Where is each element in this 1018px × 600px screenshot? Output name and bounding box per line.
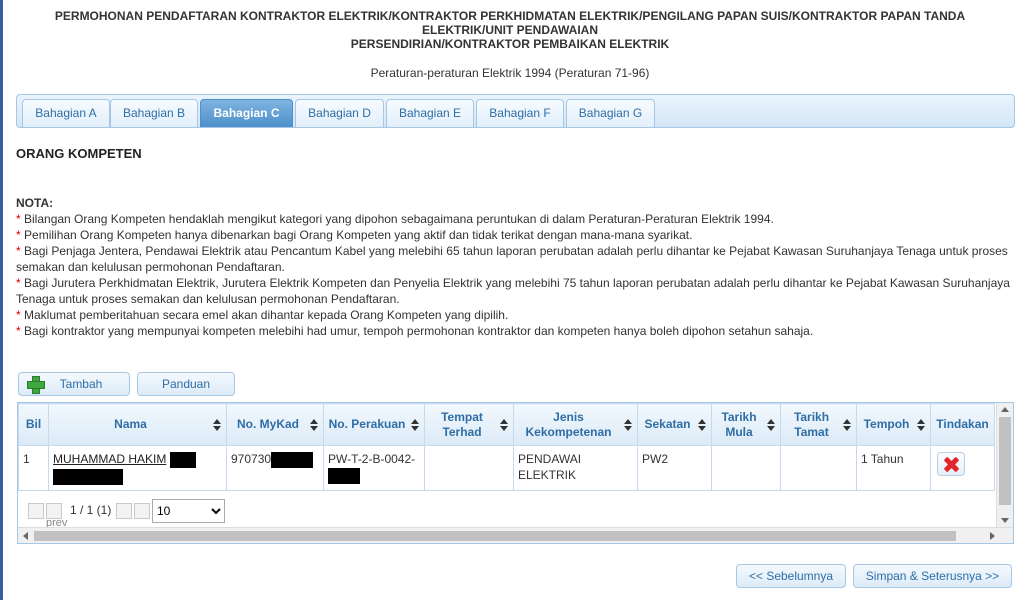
scroll-thumb[interactable] [34,531,956,541]
grid-table: Bil Nama No. MyKad No. Perakuan Tempat T… [18,403,995,491]
horizontal-scrollbar[interactable] [18,527,1013,543]
tab-bahagian-f[interactable]: Bahagian F [476,99,564,127]
sort-icon [843,419,851,431]
name-link[interactable]: MUHAMMAD HAKIM [53,452,166,466]
header-line-1: PERMOHONAN PENDAFTARAN KONTRAKTOR ELEKTR… [54,9,966,23]
redaction-box [328,467,360,484]
window-left-border [0,0,3,600]
cell-nama: MUHAMMAD HAKIM [48,445,227,491]
cell-jenis: PENDAWAI ELEKTRIK [513,445,638,491]
sort-icon [213,419,221,431]
note-item: * Bilangan Orang Kompeten hendaklah meng… [16,212,774,226]
tab-bahagian-g[interactable]: Bahagian G [566,99,655,127]
redaction-box [169,451,196,468]
scroll-up-icon[interactable] [1001,407,1009,412]
next-page-icon[interactable] [116,503,132,519]
column-header-tempat-terhad[interactable]: Tempat Terhad [424,403,514,446]
sort-icon [917,419,925,431]
vertical-scrollbar[interactable] [996,403,1013,527]
competent-person-grid: Bil Nama No. MyKad No. Perakuan Tempat T… [17,402,1014,544]
save-next-button[interactable]: Simpan & Seterusnya >> [853,564,1012,588]
page-size-select[interactable]: 10 [152,499,225,523]
cell-tarikh-mula [711,445,781,491]
column-header-nama[interactable]: Nama [48,403,227,446]
column-header-tarikh-mula[interactable]: Tarikh Mula [711,403,781,446]
sort-icon [411,419,419,431]
add-button[interactable]: Tambah [18,372,130,396]
close-icon [944,457,959,472]
column-header-tindakan: Tindakan [930,403,995,446]
delete-button[interactable] [937,452,965,476]
cell-tempat-terhad [424,445,514,491]
section-title: ORANG KOMPETEN [16,146,142,161]
tab-bahagian-b[interactable]: Bahagian B [110,99,198,127]
tab-bahagian-d[interactable]: Bahagian D [295,99,384,127]
sort-icon [698,419,706,431]
column-header-sekatan[interactable]: Sekatan [637,403,712,446]
scroll-right-icon[interactable] [990,532,995,540]
section-tabs: Bahagian A Bahagian B Bahagian C Bahagia… [16,94,1015,128]
cell-sekatan: PW2 [637,445,712,491]
cell-tindakan [930,445,995,491]
redaction-box [271,451,314,468]
redaction-box [53,468,123,485]
scroll-down-icon[interactable] [1001,518,1009,523]
scroll-left-icon[interactable] [23,532,28,540]
sort-icon [500,419,508,431]
note-item: * Bagi Penjaga Jentera, Pendawai Elektri… [16,244,1008,274]
column-header-tarikh-tamat[interactable]: Tarikh Tamat [780,403,857,446]
table-row: 1 MUHAMMAD HAKIM 970730 PW-T-2-B-0042- P… [18,445,995,491]
column-header-perakuan[interactable]: No. Perakuan [323,403,425,446]
page-header: PERMOHONAN PENDAFTARAN KONTRAKTOR ELEKTR… [10,9,1010,51]
column-header-mykad[interactable]: No. MyKad [226,403,324,446]
tab-bahagian-e[interactable]: Bahagian E [386,99,474,127]
last-page-icon[interactable] [134,503,150,519]
note-item: * Bagi kontraktor yang mempunyai kompete… [16,324,814,338]
previous-button[interactable]: << Sebelumnya [736,564,846,588]
grid-header-row: Bil Nama No. MyKad No. Perakuan Tempat T… [18,403,995,446]
sort-icon [767,419,775,431]
note-item: * Maklumat pemberitahuan secara emel aka… [16,308,509,322]
cell-tempoh: 1 Tahun [856,445,931,491]
notes-title: NOTA: [16,196,54,210]
cell-bil: 1 [18,445,49,491]
note-item: * Bagi Jurutera Perkhidmatan Elektrik, J… [16,276,1010,306]
scroll-thumb[interactable] [999,417,1011,505]
sort-icon [624,419,632,431]
cell-tarikh-tamat [780,445,857,491]
first-page-icon[interactable] [28,503,44,519]
guide-button[interactable]: Panduan [137,372,235,396]
grid-pager: prev 1 / 1 (1) 10 [26,499,426,529]
header-line-2: ELEKTRIK/UNIT PENDAWAIAN [421,23,598,37]
page-count: 1 / 1 (1) [70,503,112,517]
column-header-bil: Bil [18,403,49,446]
add-button-label: Tambah [59,377,103,391]
cell-perakuan: PW-T-2-B-0042- [323,445,425,491]
column-header-jenis[interactable]: Jenis Kekompetenan [513,403,638,446]
cell-mykad: 970730 [226,445,324,491]
sort-icon [310,419,318,431]
tab-bahagian-c[interactable]: Bahagian C [200,99,293,127]
header-line-3: PERSENDIRIAN/KONTRAKTOR PEMBAIKAN ELEKTR… [350,37,670,51]
plus-icon [27,376,45,394]
tab-bahagian-a[interactable]: Bahagian A [22,99,110,127]
page-subtitle: Peraturan-peraturan Elektrik 1994 (Perat… [370,66,650,80]
column-header-tempoh[interactable]: Tempoh [856,403,931,446]
note-item: * Pemilihan Orang Kompeten hanya dibenar… [16,228,693,242]
notes-block: NOTA: * Bilangan Orang Kompeten hendakla… [16,195,1011,339]
